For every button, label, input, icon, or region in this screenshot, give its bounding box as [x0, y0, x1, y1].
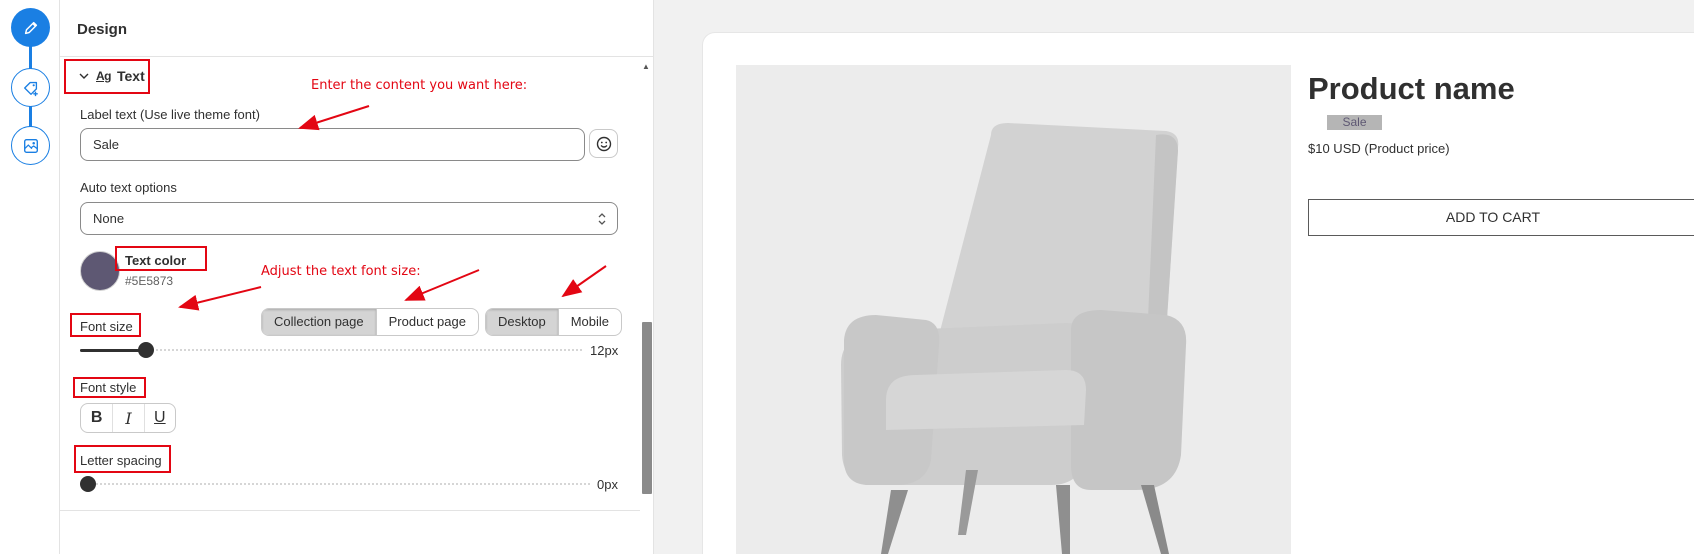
tag-add-icon [23, 81, 38, 96]
font-size-handle[interactable] [138, 342, 154, 358]
tab-collection-page[interactable]: Collection page [262, 309, 376, 335]
product-price: $10 USD (Product price) [1308, 141, 1450, 156]
select-arrows-icon [598, 213, 606, 225]
tab-product-page[interactable]: Product page [375, 309, 478, 335]
emoji-button[interactable] [589, 129, 618, 158]
add-to-cart-button[interactable]: ADD TO CART [1308, 199, 1694, 236]
underline-button[interactable]: U [143, 404, 175, 432]
page-toggle: Collection page Product page [261, 308, 479, 336]
text-color-swatch[interactable] [80, 251, 120, 291]
highlight-font-style [73, 377, 146, 398]
product-image [736, 65, 1291, 554]
device-toggle: Desktop Mobile [485, 308, 622, 336]
auto-text-value: None [93, 211, 125, 226]
font-size-fill [80, 349, 146, 352]
annotation-content-note: Enter the content you want here: [311, 78, 528, 93]
highlight-text-color [115, 246, 207, 271]
product-name: Product name [1308, 71, 1515, 106]
letter-spacing-track[interactable] [80, 483, 590, 485]
pencil-icon [24, 21, 37, 34]
panel-header: Design [60, 0, 654, 57]
image-settings-icon [23, 138, 38, 153]
auto-text-label: Auto text options [80, 180, 177, 195]
sale-badge: Sale [1327, 115, 1382, 130]
step-design-button[interactable] [11, 8, 50, 47]
tab-mobile[interactable]: Mobile [557, 309, 621, 335]
bold-button[interactable]: B [81, 404, 112, 432]
italic-button[interactable]: I [112, 404, 143, 432]
highlight-letter-spacing [74, 445, 171, 473]
panel-scrollbar-thumb[interactable] [642, 322, 652, 494]
label-text-input[interactable]: Sale [80, 128, 585, 161]
step-rail [0, 0, 60, 554]
annotation-font-size-note: Adjust the text font size: [261, 264, 421, 279]
letter-spacing-value: 0px [597, 477, 618, 492]
product-preview: Product name Sale $10 USD (Product price… [703, 33, 1694, 554]
text-color-hex: #5E5873 [125, 274, 174, 288]
auto-text-select[interactable]: None [80, 202, 618, 235]
label-text-label: Label text (Use live theme font) [80, 107, 260, 122]
panel-divider [60, 510, 640, 511]
chair-illustration [841, 123, 1187, 554]
font-size-track[interactable] [80, 349, 582, 351]
highlight-font-size [70, 313, 141, 337]
tab-desktop[interactable]: Desktop [486, 309, 558, 335]
app-root: Design Ag Text Label text (Use live them… [0, 0, 1694, 554]
font-size-value: 12px [590, 343, 619, 358]
font-style-group: B I U [80, 403, 176, 433]
smiley-icon [596, 136, 611, 151]
panel-title: Design [77, 21, 128, 38]
highlight-text-section [64, 59, 150, 94]
step-label-button[interactable] [11, 68, 50, 107]
step-image-button[interactable] [11, 126, 50, 165]
letter-spacing-handle[interactable] [80, 476, 96, 492]
scroll-up-arrow[interactable]: ▲ [642, 62, 650, 71]
